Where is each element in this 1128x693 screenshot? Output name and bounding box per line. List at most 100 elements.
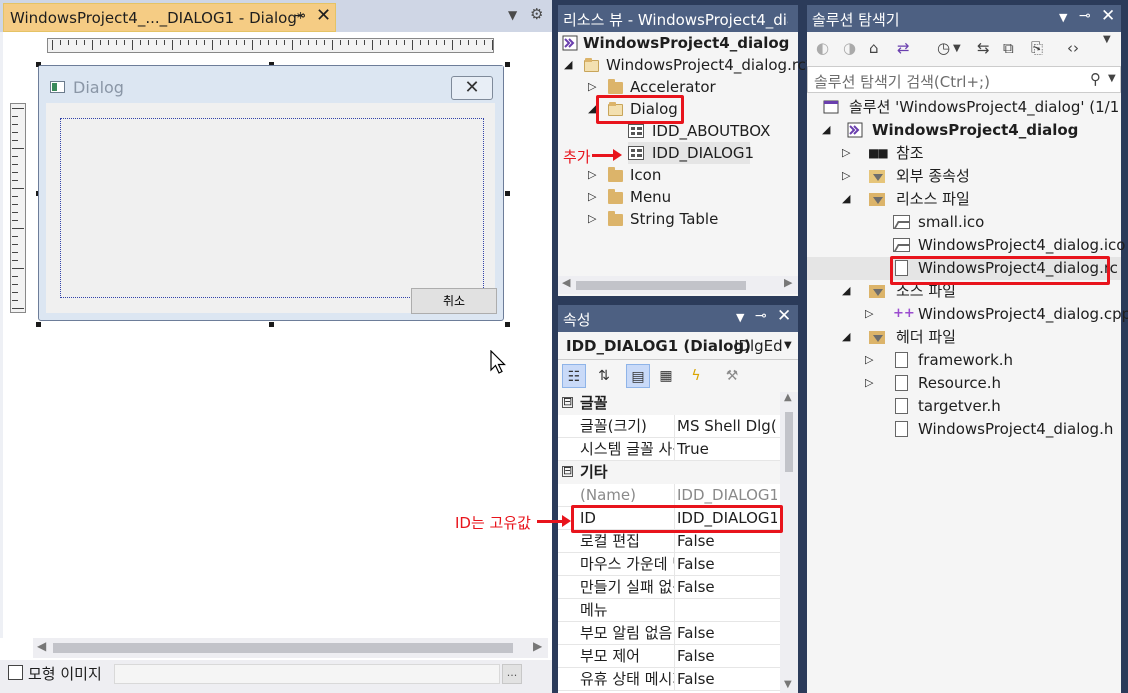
chevron-down-icon[interactable]: ▼ <box>1108 73 1116 84</box>
tree-item-label: WindowsProject4_dialog.cpp <box>918 305 1128 323</box>
scroll-right-icon[interactable]: ▶ <box>784 276 792 289</box>
property-row[interactable]: 부모 제어 False <box>558 645 780 668</box>
ruler-tick <box>60 40 61 45</box>
show-all-files-icon[interactable]: ⎘ <box>1031 39 1043 57</box>
browse-button[interactable]: ... <box>502 664 522 684</box>
resize-handle[interactable] <box>505 191 510 196</box>
collapsed-arrow-icon[interactable]: ▷ <box>865 303 873 325</box>
wrench-icon[interactable]: ⚒ <box>720 364 744 388</box>
overflow-icon[interactable]: ▼ <box>1103 34 1111 45</box>
switch-views-icon[interactable]: ⇄ <box>897 39 910 57</box>
collapsed-arrow-icon[interactable]: ▷ <box>588 76 596 98</box>
folder-open-icon <box>584 58 599 72</box>
collapsed-arrow-icon[interactable]: ▷ <box>865 349 873 371</box>
property-row[interactable]: (Name) IDD_DIALOG1 <box>558 484 780 507</box>
chevron-down-icon[interactable]: ▼ <box>953 43 961 54</box>
collapsed-arrow-icon[interactable]: ▷ <box>588 164 596 186</box>
tree-item-label: 리소스 파일 <box>896 190 970 208</box>
resize-handle[interactable] <box>505 322 510 327</box>
project-icon <box>847 122 863 138</box>
collapsed-arrow-icon[interactable]: ▷ <box>842 165 850 187</box>
resize-handle[interactable] <box>505 62 510 67</box>
collapsed-arrow-icon[interactable]: ▷ <box>842 142 850 164</box>
search-icon[interactable]: ⚲ <box>1090 70 1101 88</box>
annotation-add: 추가 <box>563 148 591 166</box>
horizontal-scrollbar[interactable]: ◀ ▶ <box>33 638 548 658</box>
expanded-arrow-icon[interactable]: ◢ <box>842 188 850 210</box>
dialog-app-icon <box>50 81 65 93</box>
scroll-up-icon[interactable]: ▲ <box>784 392 792 403</box>
properties-title: 속성 <box>563 311 591 329</box>
properties-vscrollbar[interactable]: ▲ ▼ <box>780 392 798 693</box>
scroll-left-icon[interactable]: ◀ <box>562 276 570 289</box>
close-tab-icon[interactable]: ✕ <box>316 5 331 26</box>
expanded-arrow-icon[interactable]: ◢ <box>564 54 572 76</box>
collapsed-arrow-icon[interactable]: ▷ <box>865 372 873 394</box>
expanded-arrow-icon[interactable]: ◢ <box>842 280 850 302</box>
mock-image-checkbox[interactable] <box>8 665 23 680</box>
solution-search-input[interactable]: 솔루션 탐색기 검색(Ctrl+;) ⚲ ▼ <box>807 66 1121 93</box>
close-icon[interactable]: ✕ <box>777 306 791 326</box>
ruler-tick <box>356 40 357 45</box>
collapse-icon[interactable]: ⊟ <box>562 396 573 408</box>
ruler-tick <box>284 40 285 45</box>
tab-dialog-designer[interactable]: WindowsProject4_..._DIALOG1 - Dialog* ⊸ … <box>3 3 336 32</box>
property-row[interactable]: 유휴 상태 메시지 False <box>558 668 780 691</box>
ruler-tick <box>420 40 421 45</box>
property-row[interactable]: 메뉴 <box>558 599 780 622</box>
collapse-all-icon[interactable]: ⧉ <box>1003 39 1014 57</box>
cancel-button[interactable]: 취소 <box>411 288 497 314</box>
object-selector[interactable]: IDD_DIALOG1 (Dialog) IDlgEditor ▼ <box>558 332 798 360</box>
scrollbar-thumb[interactable] <box>785 412 793 472</box>
property-row[interactable]: 로컬 편집 False <box>558 530 780 553</box>
scroll-left-icon[interactable]: ◀ <box>37 639 46 653</box>
pending-changes-icon[interactable]: ◷ <box>937 39 950 57</box>
property-row[interactable]: 부모 알림 없음 False <box>558 622 780 645</box>
tab-overflow-icon[interactable]: ▼ <box>508 8 517 22</box>
gear-icon[interactable]: ⚙ <box>530 5 543 23</box>
property-row[interactable]: 시스템 글꼴 사용 True <box>558 438 780 461</box>
scroll-down-icon[interactable]: ▼ <box>784 679 792 690</box>
pin-icon[interactable]: ⊸ <box>755 308 767 324</box>
forward-icon[interactable]: ◑ <box>843 39 856 57</box>
code-view-icon[interactable]: ‹› <box>1067 39 1079 57</box>
properties-icon[interactable]: ▤ <box>626 364 650 388</box>
alphabetical-icon[interactable]: ⇅ <box>592 364 616 388</box>
ruler-tick <box>84 40 85 45</box>
home-icon[interactable]: ⌂ <box>869 39 879 57</box>
category-font[interactable]: ⊟ 글꼴 <box>558 392 780 415</box>
scrollbar-thumb[interactable] <box>576 281 746 290</box>
collapsed-arrow-icon[interactable]: ▷ <box>588 208 596 230</box>
dialog-close-button[interactable]: ✕ <box>451 76 493 100</box>
tree-item-idd-dialog1[interactable]: IDD_DIALOG1 <box>628 142 754 164</box>
dialog-preview-window[interactable]: Dialog ✕ 취소 <box>38 65 504 321</box>
mock-image-path-field[interactable] <box>114 664 500 684</box>
resize-handle[interactable] <box>36 322 41 327</box>
resource-view-hscrollbar[interactable]: ◀ ▶ <box>558 276 798 294</box>
resource-view-tree: WindowsProject4_dialog ◢ WindowsProject4… <box>558 32 813 296</box>
categorized-icon[interactable]: ☷ <box>562 364 586 388</box>
expanded-arrow-icon[interactable]: ◢ <box>842 326 850 348</box>
property-row[interactable]: 만들기 실패 없음 False <box>558 576 780 599</box>
expanded-arrow-icon[interactable]: ◢ <box>822 119 830 141</box>
window-menu-icon[interactable]: ▼ <box>736 311 744 324</box>
property-row[interactable]: 글꼴(크기) MS Shell Dlg(8) <box>558 415 780 438</box>
scroll-right-icon[interactable]: ▶ <box>533 639 542 653</box>
filter-folder-icon <box>869 193 885 206</box>
collapsed-arrow-icon[interactable]: ▷ <box>588 186 596 208</box>
pin-icon[interactable]: ⊸ <box>294 8 306 24</box>
events-icon[interactable]: ϟ <box>684 364 708 388</box>
property-row[interactable]: 마우스 가운데 맞춤 False <box>558 553 780 576</box>
window-menu-icon[interactable]: ▼ <box>1059 11 1067 24</box>
category-misc[interactable]: ⊟ 기타 <box>558 461 780 484</box>
back-icon[interactable]: ◐ <box>816 39 829 57</box>
collapse-icon[interactable]: ⊟ <box>562 465 573 477</box>
pin-icon[interactable]: ⊸ <box>1079 8 1091 24</box>
messages-icon[interactable]: ▦ <box>654 364 678 388</box>
close-icon[interactable]: ✕ <box>1101 6 1115 26</box>
chevron-down-icon[interactable]: ▼ <box>784 340 792 351</box>
sync-icon[interactable]: ⇆ <box>977 39 990 57</box>
scrollbar-thumb[interactable] <box>53 643 513 653</box>
resize-handle[interactable] <box>269 322 274 327</box>
ruler-tick <box>276 40 277 45</box>
